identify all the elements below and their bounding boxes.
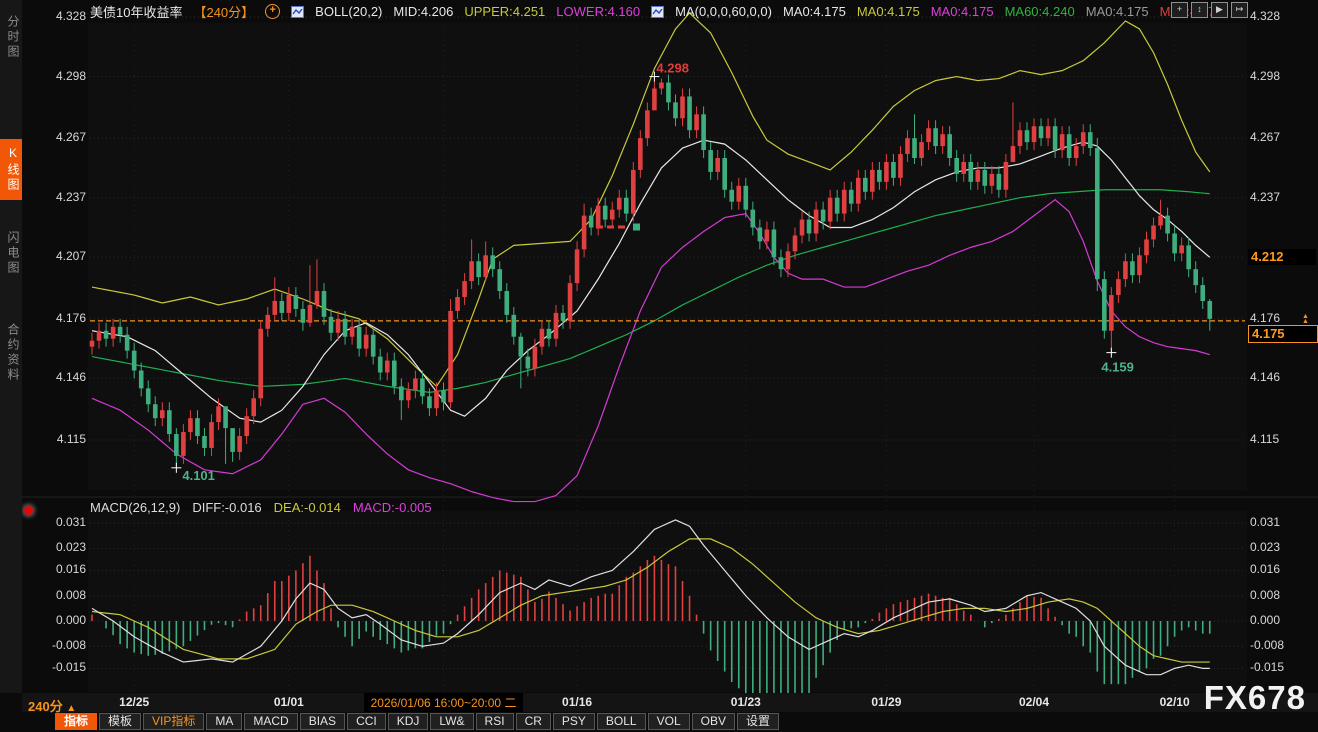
toolbar-button[interactable]: CCI	[347, 713, 386, 730]
chart-type-sidebar: 分时图 K线图闪电图合约资料	[0, 0, 22, 693]
macd-value-label: MACD(26,12,9)	[90, 500, 180, 515]
macd-axis-label: 0.016	[1250, 562, 1280, 576]
date-tick: 01/16	[562, 695, 592, 709]
macd-axis-label: 0.023	[1250, 540, 1280, 554]
indicator-header: 美债10年收益率【240分】 + BOLL(20,2) MID:4.206 UPPER:…	[90, 3, 1222, 20]
header-label: MA0:4.175	[857, 4, 920, 19]
macd-value-label: DIFF:-0.016	[192, 500, 261, 515]
date-tick: 01/29	[871, 695, 901, 709]
macd-axis-label: 0.023	[26, 540, 86, 554]
toolbar-button[interactable]: VOL	[648, 713, 690, 730]
toolbar-button[interactable]: BOLL	[597, 713, 646, 730]
price-axis-label: 4.328	[26, 9, 86, 23]
macd-axis-label: 0.000	[26, 613, 86, 627]
toolbar-button[interactable]: MACD	[244, 713, 297, 730]
date-tick: 01/01	[274, 695, 304, 709]
sidebar-tab-item[interactable]: 合约资料	[0, 316, 22, 390]
macd-axis-label: 0.008	[26, 588, 86, 602]
sidebar-tab-active[interactable]: K线图	[0, 139, 22, 200]
header-label: 【240分】	[193, 2, 254, 21]
price-axis-label: 4.267	[26, 130, 86, 144]
toolbar-button[interactable]: LW&	[430, 713, 473, 730]
price-axis-label: 4.298	[26, 69, 86, 83]
live-dot-icon	[24, 506, 33, 515]
price-extreme-label: 4.101	[182, 468, 215, 483]
macd-header: MACD(26,12,9) DIFF:-0.016 DEA:-0.014 MACD:-…	[90, 500, 432, 515]
toolbar-button[interactable]: RSI	[476, 713, 514, 730]
sidebar-tab-item[interactable]: 分时图	[0, 8, 22, 67]
date-tick: 02/04	[1019, 695, 1049, 709]
header-label: LOWER:4.160	[556, 4, 640, 19]
price-axis-label: 4.115	[1250, 432, 1279, 446]
macd-axis-label: -0.015	[1250, 660, 1284, 674]
double-up-arrow-icon[interactable]: ▲▲	[1302, 314, 1309, 324]
macd-axis-label: 0.016	[26, 562, 86, 576]
header-label: BOLL(20,2)	[315, 4, 382, 19]
zoom-vertical-icon[interactable]: ↕	[1191, 2, 1208, 18]
price-axis-label: 4.267	[1250, 130, 1280, 144]
macd-axis-label: 0.000	[1250, 613, 1280, 627]
price-axis-label: 4.176	[26, 311, 86, 325]
price-axis-label: 4.298	[1250, 69, 1280, 83]
toolbar-button[interactable]: VIP指标	[143, 713, 204, 730]
restore-view-icon[interactable]: ↦	[1231, 2, 1248, 18]
macd-axis-label: 0.031	[26, 515, 86, 529]
indicator-toolbar: 指标模板VIP指标MAMACDBIASCCIKDJLW&RSICRPSYBOLL…	[55, 713, 779, 730]
selected-candle-date: 2026/01/06 16:00~20:00 二	[364, 693, 524, 712]
header-label: MA(0,0,0,60,0,0)	[675, 4, 772, 19]
window-control-icons: +↕▶↦	[1171, 2, 1248, 18]
price-axis-label: 4.176	[1250, 311, 1280, 325]
date-tick: 12/25	[119, 695, 149, 709]
toolbar-button[interactable]: 设置	[737, 713, 779, 730]
header-label: MA0:4.175	[1086, 4, 1149, 19]
indicator-settings-icon[interactable]	[291, 6, 304, 18]
price-axis-label: 4.237	[1250, 190, 1280, 204]
price-tag: 4.175	[1248, 325, 1318, 343]
price-axis-label: 4.146	[26, 370, 86, 384]
header-label: 美债10年收益率	[90, 2, 182, 21]
toolbar-button[interactable]: 模板	[99, 713, 141, 730]
time-axis[interactable]: 12/25 01/01 2026/01/06 16:00~20:00 二 01/16 0…	[22, 693, 1318, 712]
zoom-horizontal-icon[interactable]: ▶	[1211, 2, 1228, 18]
price-tag: 4.212	[1248, 249, 1316, 265]
toolbar-button[interactable]: KDJ	[388, 713, 429, 730]
price-axis-label: 4.146	[1250, 370, 1280, 384]
sidebar-tab-item[interactable]: 闪电图	[0, 224, 22, 283]
toolbar-button[interactable]: PSY	[553, 713, 595, 730]
macd-axis-label: 0.008	[1250, 588, 1280, 602]
indicator-settings-icon[interactable]	[651, 6, 664, 18]
header-label: MA60:4.240	[1005, 4, 1075, 19]
brand-watermark: FX678	[1204, 679, 1306, 717]
price-axis-label: 4.115	[26, 432, 86, 446]
header-label: MA0:4.175	[931, 4, 994, 19]
chart-canvas[interactable]: 4.101 4.298 4.159	[0, 0, 1318, 732]
macd-axis-label: 0.031	[1250, 515, 1280, 529]
price-axis-label: 4.328	[1250, 9, 1280, 23]
macd-value-label: DEA:-0.014	[274, 500, 341, 515]
toolbar-button[interactable]: OBV	[692, 713, 735, 730]
date-tick: 02/10	[1160, 695, 1190, 709]
charting-app: 4.101 4.298 4.159 美债10年收益率【240分】 + BOLL(20,2…	[0, 0, 1318, 732]
header-label: UPPER:4.251	[464, 4, 545, 19]
price-extreme-label: 4.298	[656, 61, 689, 76]
macd-axis-label: -0.008	[26, 638, 86, 652]
price-axis-label: 4.237	[26, 190, 86, 204]
header-label: MA0:4.175	[783, 4, 846, 19]
add-indicator-icon[interactable]: +	[265, 4, 280, 19]
macd-value-label: MACD:-0.005	[353, 500, 432, 515]
toolbar-button[interactable]: 指标	[55, 713, 97, 730]
price-axis-label: 4.207	[26, 249, 86, 263]
header-label: MID:4.206	[393, 4, 453, 19]
date-tick: 01/23	[731, 695, 761, 709]
macd-axis-label: -0.015	[26, 660, 86, 674]
order-marker-square	[633, 224, 640, 231]
macd-axis-label: -0.008	[1250, 638, 1284, 652]
toolbar-button[interactable]: CR	[516, 713, 551, 730]
toolbar-button[interactable]: BIAS	[300, 713, 345, 730]
pan-view-icon[interactable]: +	[1171, 2, 1188, 18]
toolbar-button[interactable]: MA	[206, 713, 242, 730]
price-extreme-label: 4.159	[1101, 360, 1134, 375]
